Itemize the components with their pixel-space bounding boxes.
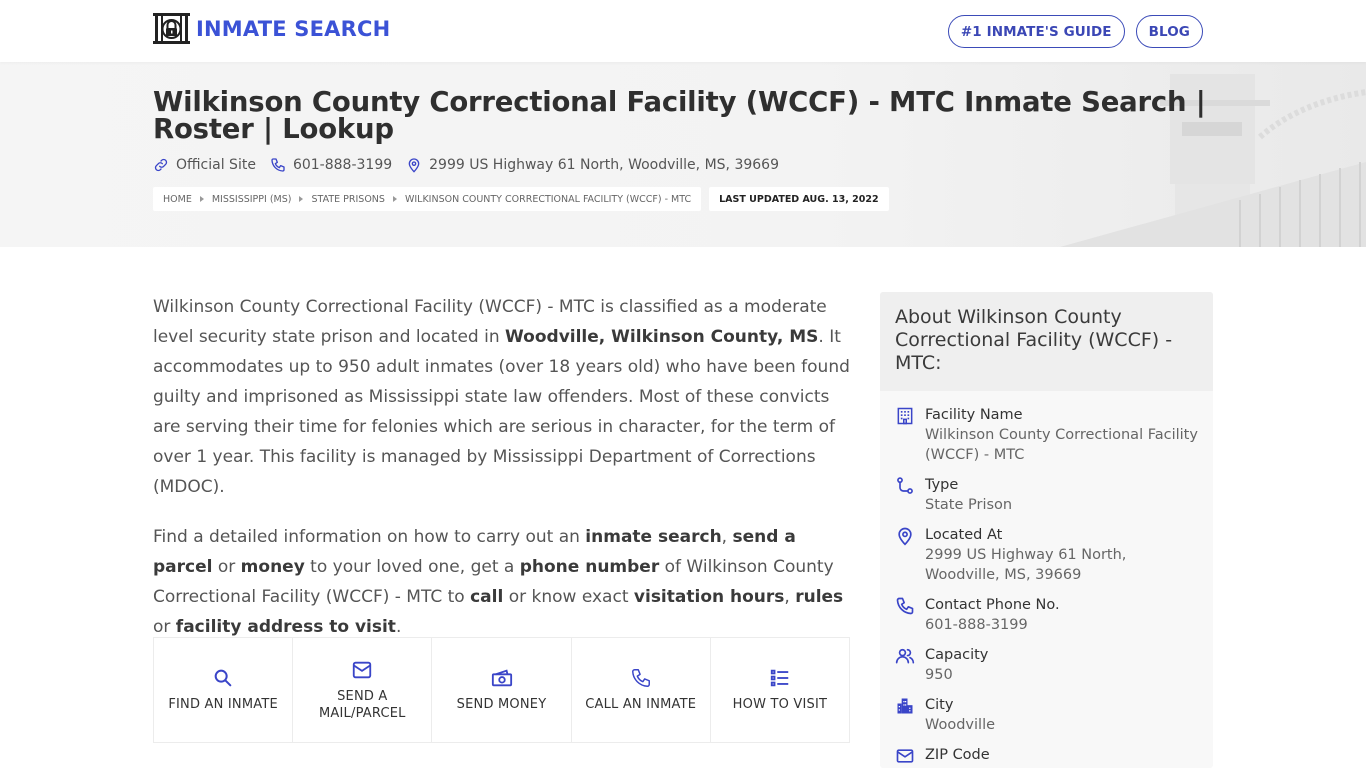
mail-icon: [896, 749, 914, 763]
text: . It accommodates up to 950 adult inmate…: [153, 327, 850, 497]
keyword: visitation hours: [633, 587, 785, 607]
info-value: Woodville: [925, 717, 996, 733]
users-icon: [895, 648, 915, 664]
keyword: phone number: [519, 557, 660, 577]
phone-link[interactable]: 601-888-3199: [293, 157, 392, 173]
building-icon: [897, 407, 913, 425]
info-label: Contact Phone No.: [925, 597, 1060, 613]
breadcrumb-current: WILKINSON COUNTY CORRECTIONAL FACILITY (…: [404, 193, 692, 205]
how-to-visit-button[interactable]: HOW TO VISIT: [711, 638, 849, 742]
keyword: rules: [795, 587, 844, 607]
logo-text: INMATE SEARCH: [196, 16, 391, 41]
facility-description: Wilkinson County Correctional Facility (…: [153, 292, 853, 662]
city-icon: [897, 698, 913, 714]
info-value: 601-888-3199: [925, 617, 1028, 633]
info-label: Type: [925, 477, 959, 493]
official-site-link-item: Official Site: [153, 157, 256, 173]
list-icon: [770, 669, 789, 687]
send-mail-button[interactable]: SEND A MAIL/PARCEL: [293, 638, 433, 742]
breadcrumb-separator-icon: [199, 196, 204, 202]
info-label: City: [925, 697, 954, 713]
official-site-link[interactable]: Official Site: [176, 157, 256, 173]
facility-meta: Official Site 601-888-3199 2999 US Highw…: [153, 157, 793, 173]
mail-icon: [353, 661, 372, 678]
send-money-button[interactable]: SEND MONEY: [432, 638, 572, 742]
breadcrumb-home[interactable]: HOME: [163, 194, 192, 205]
text: Find a detailed information on how to ca…: [153, 527, 586, 547]
info-located-at: Located At 2999 US Highway 61 North, Wood…: [895, 525, 1198, 585]
map-pin-icon: [408, 158, 420, 173]
location-bold: Woodville, Wilkinson County, MS: [505, 327, 819, 347]
text: to your loved one, get a: [304, 557, 520, 577]
keyword: inmate search: [585, 527, 722, 547]
phone-icon: [631, 669, 650, 687]
route-icon: [897, 477, 913, 494]
search-icon: [214, 669, 232, 687]
text: .: [395, 617, 402, 637]
phone-meta-item: 601-888-3199: [270, 157, 392, 173]
sidebar-title: About Wilkinson County Correctional Faci…: [880, 292, 1213, 391]
text: ,: [784, 587, 796, 607]
info-type: Type State Prison: [895, 475, 1198, 515]
top-nav: #1 INMATE'S GUIDE BLOG: [947, 15, 1203, 48]
text: or: [153, 617, 176, 637]
info-value: 950: [925, 667, 953, 683]
top-navbar: INMATE SEARCH #1 INMATE'S GUIDE BLOG: [0, 0, 1366, 62]
action-label: SEND A MAIL/PARCEL: [319, 688, 406, 721]
map-pin-icon: [898, 527, 912, 546]
text: or: [212, 557, 241, 577]
intro-paragraph: Wilkinson County Correctional Facility (…: [153, 292, 853, 502]
breadcrumb-row: HOME MISSISSIPPI (MS) STATE PRISONS WILK…: [153, 187, 889, 211]
breadcrumb-separator-icon: [299, 196, 304, 202]
last-updated-badge: LAST UPDATED AUG. 13, 2022: [709, 187, 889, 211]
facility-info-sidebar: About Wilkinson County Correctional Faci…: [880, 292, 1213, 768]
info-label: Located At: [925, 527, 1003, 543]
keyword: money: [240, 557, 305, 577]
action-label: CALL AN INMATE: [585, 697, 697, 712]
info-label: Capacity: [925, 647, 989, 663]
info-city: City Woodville: [895, 695, 1198, 735]
info-label: Facility Name: [925, 407, 1023, 423]
keyword: call: [470, 587, 504, 607]
hero-banner: Wilkinson County Correctional Facility (…: [0, 62, 1366, 247]
action-label: SEND MONEY: [456, 697, 547, 712]
action-label: FIND AN INMATE: [168, 697, 278, 712]
site-logo[interactable]: INMATE SEARCH: [153, 13, 390, 44]
info-value: 2999 US Highway 61 North, Woodville, MS,…: [925, 547, 1127, 583]
info-label: ZIP Code: [925, 747, 990, 763]
money-icon: [491, 669, 512, 687]
info-facility-name: Facility Name Wilkinson County Correction…: [895, 405, 1198, 465]
services-paragraph: Find a detailed information on how to ca…: [153, 522, 853, 642]
breadcrumb: HOME MISSISSIPPI (MS) STATE PRISONS WILK…: [153, 187, 702, 211]
info-value: Wilkinson County Correctional Facility (…: [925, 427, 1198, 463]
blog-button[interactable]: BLOG: [1135, 15, 1203, 48]
text: ,: [721, 527, 733, 547]
find-inmate-button[interactable]: FIND AN INMATE: [154, 638, 294, 742]
phone-icon: [271, 158, 285, 172]
address-link[interactable]: 2999 US Highway 61 North, Woodville, MS,…: [429, 157, 779, 173]
jail-lock-icon: [153, 13, 190, 44]
facility-info-list: Facility Name Wilkinson County Correction…: [880, 391, 1213, 766]
quick-actions: FIND AN INMATE SEND A MAIL/PARCEL SEND M…: [153, 637, 850, 743]
action-label: HOW TO VISIT: [732, 697, 828, 712]
link-icon: [154, 158, 168, 172]
inmates-guide-button[interactable]: #1 INMATE'S GUIDE: [947, 15, 1125, 48]
breadcrumb-state-prisons[interactable]: STATE PRISONS: [311, 194, 384, 205]
info-value: State Prison: [925, 497, 1013, 513]
breadcrumb-separator-icon: [392, 196, 397, 202]
call-inmate-button[interactable]: CALL AN INMATE: [572, 638, 711, 742]
info-zip-code: ZIP Code: [895, 745, 1198, 766]
page-title: Wilkinson County Correctional Facility (…: [153, 86, 1206, 145]
info-capacity: Capacity 950: [895, 645, 1198, 685]
info-contact-phone: Contact Phone No. 601-888-3199: [895, 595, 1198, 635]
breadcrumb-mississippi[interactable]: MISSISSIPPI (MS): [212, 194, 292, 205]
keyword: facility address to visit: [175, 617, 396, 637]
phone-icon: [896, 597, 914, 615]
address-meta-item: 2999 US Highway 61 North, Woodville, MS,…: [406, 157, 779, 173]
text: or know exact: [503, 587, 634, 607]
